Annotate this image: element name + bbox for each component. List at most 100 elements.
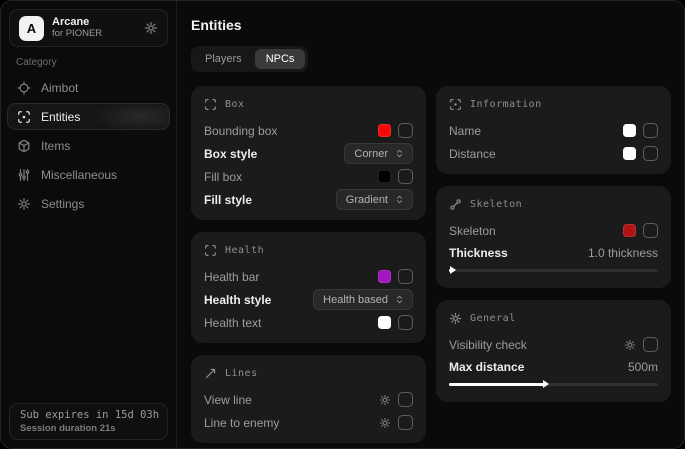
checkbox[interactable] xyxy=(643,223,658,238)
checkbox[interactable] xyxy=(643,337,658,352)
app-title-block: Arcane for PIONER xyxy=(52,16,136,40)
setting-row-name: Name xyxy=(449,119,658,142)
sidebar-item-entities[interactable]: Entities xyxy=(7,103,170,130)
card-title: Lines xyxy=(225,368,258,379)
slider-max-distance[interactable] xyxy=(449,380,658,388)
sidebar-nav: Aimbot EntitiesItemsMiscellaneous Settings xyxy=(1,74,176,217)
slider-handle[interactable] xyxy=(543,380,549,388)
subscription-card: Sub expires in 15d 03h Session duration … xyxy=(9,403,168,440)
color-swatch[interactable] xyxy=(378,270,391,283)
checkbox[interactable] xyxy=(398,392,413,407)
setting-row-max-distance: Max distance 500m xyxy=(449,357,658,393)
card-box: BoxBounding boxBox styleCornerFill boxFi… xyxy=(191,86,426,220)
dropdown-box-style[interactable]: Corner xyxy=(344,143,413,164)
checkbox[interactable] xyxy=(398,123,413,138)
app-subtitle: for PIONER xyxy=(52,29,136,40)
tab-players[interactable]: Players xyxy=(194,49,253,69)
sidebar-item-settings[interactable]: Settings xyxy=(7,190,170,217)
setting-row-fill-style: Fill styleGradient xyxy=(204,188,413,211)
card-header: Skeleton xyxy=(449,196,658,212)
slider-track xyxy=(449,269,658,272)
checkbox[interactable] xyxy=(643,146,658,161)
checkbox[interactable] xyxy=(643,123,658,138)
dropdown-value: Health based xyxy=(323,294,388,306)
scan-icon xyxy=(449,98,462,111)
card-title: Skeleton xyxy=(470,199,522,210)
setting-row-skeleton: Skeleton xyxy=(449,219,658,242)
color-swatch[interactable] xyxy=(623,224,636,237)
category-label: Category xyxy=(16,57,176,68)
cards-column: BoxBounding boxBox styleCornerFill boxFi… xyxy=(191,86,426,443)
setting-row-line-to-enemy: Line to enemy xyxy=(204,411,413,434)
slider-labels: Max distance 500m xyxy=(449,357,658,377)
diagonal-line-icon xyxy=(204,367,217,380)
setting-label: Visibility check xyxy=(449,338,527,352)
row-controls: Gradient xyxy=(336,189,413,210)
row-controls xyxy=(623,223,658,238)
color-swatch[interactable] xyxy=(378,316,391,329)
color-swatch[interactable] xyxy=(623,124,636,137)
gear-icon xyxy=(449,312,462,325)
card-health: Health Health bar Health style Health based… xyxy=(191,232,426,343)
card-title: Information xyxy=(470,99,542,110)
row-controls xyxy=(623,146,658,161)
row-controls xyxy=(378,315,413,330)
gear-icon xyxy=(379,394,391,406)
slider-fill xyxy=(449,383,545,386)
row-controls: Health based xyxy=(313,289,413,310)
card-title: Box xyxy=(225,99,245,110)
card-title: Health xyxy=(225,245,264,256)
row-controls xyxy=(379,415,413,430)
checkbox[interactable] xyxy=(398,269,413,284)
sidebar-item-items[interactable]: Items xyxy=(7,132,170,159)
checkbox[interactable] xyxy=(398,415,413,430)
row-controls xyxy=(378,123,413,138)
dropdown-value: Gradient xyxy=(346,194,388,206)
crosshair-icon xyxy=(17,81,31,95)
setting-row-health-text: Health text xyxy=(204,311,413,334)
bone-icon xyxy=(449,198,462,211)
color-swatch[interactable] xyxy=(378,170,391,183)
setting-label: Health bar xyxy=(204,270,259,284)
setting-label: Box style xyxy=(204,147,257,161)
sidebar: A Arcane for PIONER Category Aimbot Entit… xyxy=(1,1,177,448)
sidebar-item-miscellaneous[interactable]: Miscellaneous xyxy=(7,161,170,188)
setting-row-view-line: View line xyxy=(204,388,413,411)
setting-label: Max distance xyxy=(449,360,524,374)
sidebar-item-aimbot[interactable]: Aimbot xyxy=(7,74,170,101)
scan-corners-icon xyxy=(204,98,217,111)
checkbox[interactable] xyxy=(398,315,413,330)
color-swatch[interactable] xyxy=(623,147,636,160)
sidebar-item-label: Aimbot xyxy=(41,81,78,95)
cards-column: InformationNameDistanceSkeletonSkeletonT… xyxy=(436,86,671,402)
row-controls xyxy=(623,123,658,138)
sliders-icon xyxy=(17,168,31,182)
tab-npcs[interactable]: NPCs xyxy=(255,49,306,69)
setting-row-thickness: Thickness1.0 thickness xyxy=(449,243,658,279)
checkbox[interactable] xyxy=(398,169,413,184)
dropdown-health-style[interactable]: Health based xyxy=(313,289,413,310)
slider-thickness[interactable] xyxy=(449,266,658,274)
slider-value: 500m xyxy=(628,360,658,374)
gear-icon xyxy=(17,197,31,211)
app-logo-card: A Arcane for PIONER xyxy=(9,9,168,47)
setting-row-health-bar: Health bar xyxy=(204,265,413,288)
setting-row-bounding-box: Bounding box xyxy=(204,119,413,142)
page-title: Entities xyxy=(191,17,671,33)
setting-label: Health style xyxy=(204,293,271,307)
app-name: Arcane xyxy=(52,16,136,29)
slider-labels: Thickness1.0 thickness xyxy=(449,243,658,263)
dropdown-fill-style[interactable]: Gradient xyxy=(336,189,413,210)
sidebar-item-label: Settings xyxy=(41,197,84,211)
setting-row-visibility-check: Visibility check xyxy=(449,333,658,356)
color-swatch[interactable] xyxy=(378,124,391,137)
setting-label: Skeleton xyxy=(449,224,496,238)
card-header: Health xyxy=(204,242,413,258)
gear-icon[interactable] xyxy=(144,21,158,35)
slider-handle[interactable] xyxy=(450,266,456,274)
gear-icon xyxy=(379,417,391,429)
setting-label: Bounding box xyxy=(204,124,277,138)
card-skeleton: Skeleton Skeleton Thickness1.0 thickness xyxy=(436,186,671,288)
row-controls: Corner xyxy=(344,143,413,164)
card-general: GeneralVisibility checkMax distance500m xyxy=(436,300,671,402)
